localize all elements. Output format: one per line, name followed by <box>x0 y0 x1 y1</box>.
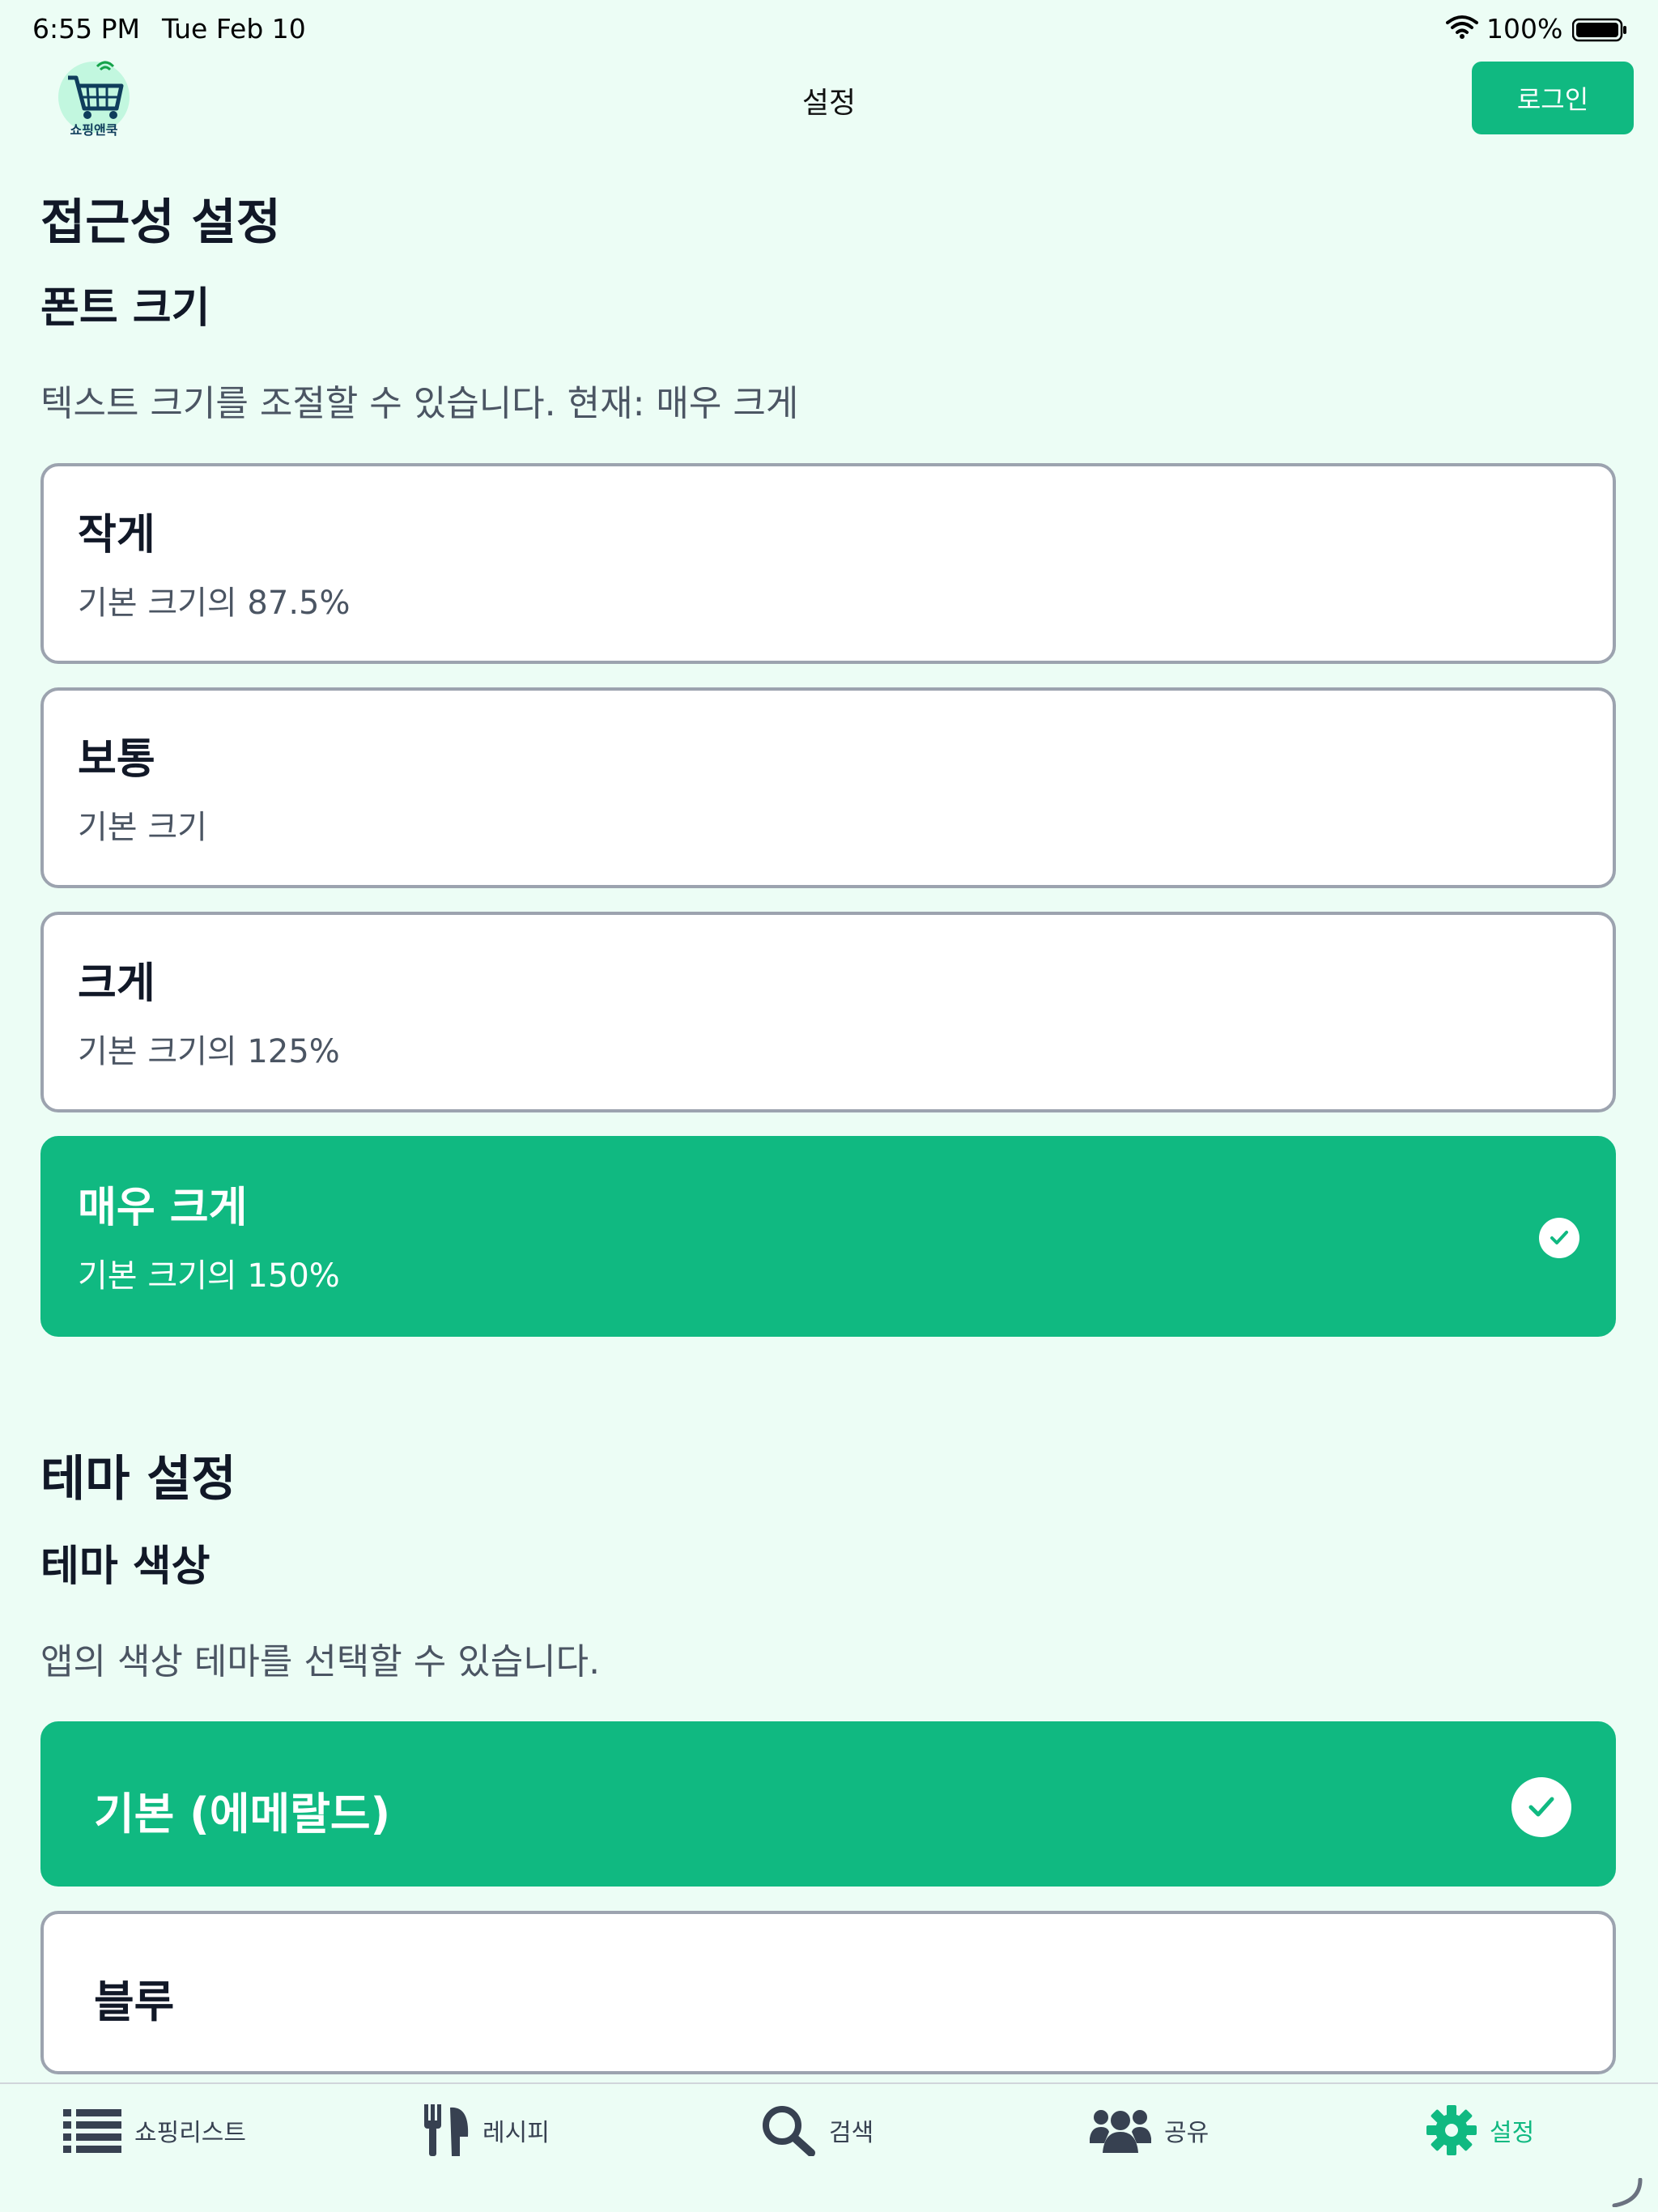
font-option-title: 매우 크게 <box>78 1184 248 1232</box>
tab-label: 검색 <box>829 2119 874 2147</box>
font-option-title: 작게 <box>78 511 155 559</box>
gear-icon <box>1426 2105 1477 2155</box>
wifi-icon <box>1446 15 1478 39</box>
battery-percent: 100% <box>1486 13 1563 45</box>
logo-text: 쇼핑앤쿡 <box>70 122 118 138</box>
tab-bar: 쇼핑리스트 레시피 검색 공유 설정 <box>0 2082 1658 2212</box>
resize-handle-icon <box>1612 2178 1643 2207</box>
check-icon <box>1539 1218 1579 1258</box>
page-title: 설정 <box>801 87 857 120</box>
tab-label: 설정 <box>1490 2119 1535 2147</box>
battery-icon <box>1572 18 1626 42</box>
status-bar: 6:55 PM Tue Feb 10 100% <box>0 0 1658 58</box>
theme-option-blue[interactable]: 블루 <box>40 1911 1616 2074</box>
theme-option-label: 기본 (에메랄드) <box>94 1789 391 1840</box>
users-icon <box>1090 2110 1151 2153</box>
theme-option-label: 블루 <box>94 1976 175 2027</box>
font-size-title: 폰트 크기 <box>40 284 210 333</box>
tab-label: 레시피 <box>483 2119 550 2147</box>
font-option-subtitle: 기본 크기 <box>78 809 207 846</box>
tab-label: 공유 <box>1164 2119 1209 2147</box>
tab-recipes[interactable]: 레시피 <box>423 2102 550 2159</box>
status-date: Tue Feb 10 <box>162 13 306 45</box>
font-option-title: 크게 <box>78 959 155 1008</box>
tab-shopping-list[interactable]: 쇼핑리스트 <box>63 2102 246 2159</box>
font-option-normal[interactable]: 보통 기본 크기 <box>40 687 1616 888</box>
font-option-title: 보통 <box>78 735 155 784</box>
accessibility-section-title: 접근성 설정 <box>40 194 281 251</box>
font-option-subtitle: 기본 크기의 150% <box>78 1257 340 1295</box>
search-icon <box>763 2106 815 2156</box>
font-option-extra-large[interactable]: 매우 크게 기본 크기의 150% <box>40 1136 1616 1337</box>
tab-settings[interactable]: 설정 <box>1426 2102 1534 2159</box>
theme-color-description: 앱의 색상 테마를 선택할 수 있습니다. <box>40 1641 601 1682</box>
font-size-description: 텍스트 크기를 조절할 수 있습니다. 현재: 매우 크게 <box>40 383 799 424</box>
tab-label: 쇼핑리스트 <box>134 2119 246 2147</box>
tab-search[interactable]: 검색 <box>761 2102 874 2159</box>
font-option-subtitle: 기본 크기의 125% <box>78 1033 340 1070</box>
font-option-subtitle: 기본 크기의 87.5% <box>78 585 351 622</box>
font-option-large[interactable]: 크게 기본 크기의 125% <box>40 912 1616 1112</box>
check-icon <box>1511 1777 1571 1837</box>
font-option-small[interactable]: 작게 기본 크기의 87.5% <box>40 463 1616 664</box>
tab-share[interactable]: 공유 <box>1090 2102 1209 2159</box>
utensils-icon <box>424 2104 469 2156</box>
theme-section-title: 테마 설정 <box>40 1451 236 1508</box>
settings-screen: 6:55 PM Tue Feb 10 100% 쇼핑앤쿡 설정 로그인 접근성 … <box>0 0 1658 2212</box>
status-time: 6:55 PM <box>32 13 140 45</box>
theme-option-emerald[interactable]: 기본 (에메랄드) <box>40 1721 1616 1887</box>
login-button[interactable]: 로그인 <box>1472 62 1634 134</box>
theme-color-title: 테마 색상 <box>40 1542 210 1591</box>
list-icon <box>63 2109 121 2153</box>
app-header: 쇼핑앤쿡 설정 로그인 <box>0 58 1658 143</box>
